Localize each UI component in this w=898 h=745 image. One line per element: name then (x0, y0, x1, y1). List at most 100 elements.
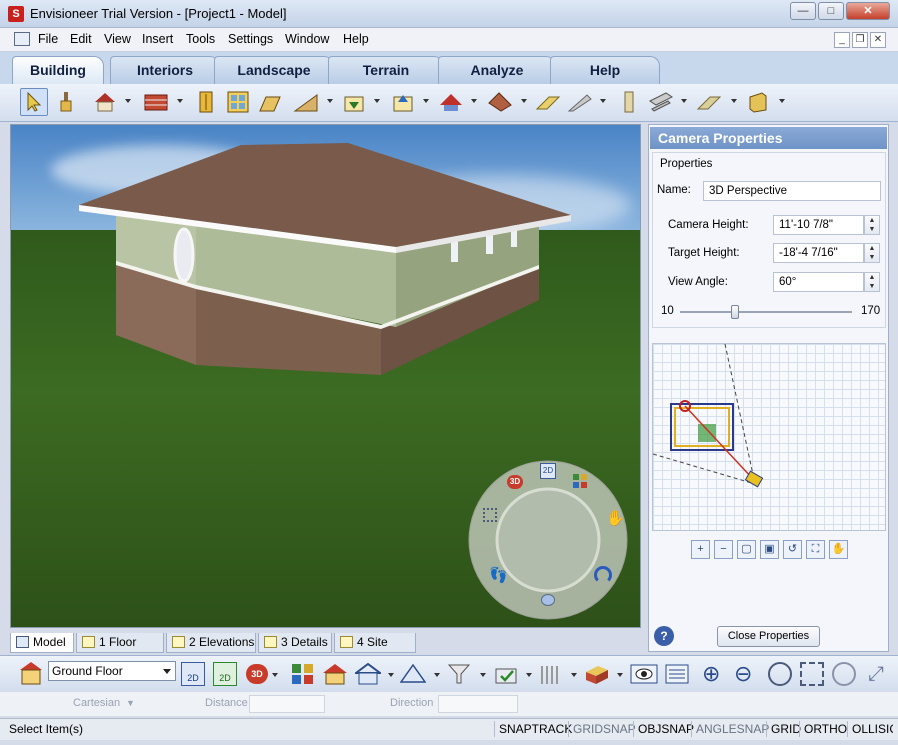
floor-up-icon[interactable] (389, 88, 417, 116)
tab-elevations[interactable]: 2 Elevations (166, 633, 256, 653)
cabinet-dropdown[interactable] (779, 99, 785, 103)
camera-dropdown[interactable] (526, 673, 532, 677)
help-icon[interactable]: ? (654, 626, 674, 646)
menu-tools[interactable]: Tools (186, 32, 215, 46)
house-wizard-dropdown[interactable] (125, 99, 131, 103)
orbit-icon[interactable] (594, 566, 612, 584)
floors-icon[interactable] (18, 660, 44, 686)
stairs-dropdown[interactable] (327, 99, 333, 103)
outline-house-dropdown[interactable] (388, 673, 394, 677)
floor-dropdown[interactable] (374, 99, 380, 103)
beam-dropdown[interactable] (681, 99, 687, 103)
maximize-button[interactable]: □ (818, 2, 844, 20)
tab-analyze[interactable]: Analyze (438, 56, 556, 84)
fence-dropdown[interactable] (571, 673, 577, 677)
tab-interiors[interactable]: Interiors (110, 56, 220, 84)
eye-icon[interactable] (630, 662, 658, 686)
filter-icon[interactable] (447, 662, 471, 686)
tab-site-plan[interactable]: 4 Site Plan (334, 633, 416, 668)
beam-icon[interactable] (647, 88, 675, 116)
chevron-down-icon[interactable]: ▼ (126, 698, 135, 708)
tab-landscape[interactable]: Landscape (214, 56, 334, 84)
target-height-spinner[interactable]: ▲ ▼ (864, 243, 880, 263)
camera-height-spinner[interactable]: ▲ ▼ (864, 215, 880, 235)
outline-house-icon[interactable] (353, 662, 383, 686)
camera-name-field[interactable]: 3D Perspective (703, 181, 881, 201)
menu-file[interactable]: File (38, 32, 58, 46)
menu-insert[interactable]: Insert (142, 32, 173, 46)
tab-floor-plan[interactable]: 1 Floor Plan (76, 633, 164, 668)
menu-settings[interactable]: Settings (228, 32, 273, 46)
pan-hand-icon[interactable]: ✋ (606, 509, 625, 527)
direction-field[interactable] (438, 695, 518, 713)
house-wizard-icon[interactable] (92, 88, 120, 116)
pan-icon[interactable]: ✋ (829, 540, 848, 559)
zoom-window-icon[interactable]: ▣ (760, 540, 779, 559)
materials-icon[interactable] (584, 662, 610, 686)
view-angle-slider-track[interactable] (680, 311, 852, 313)
roof-lines-icon[interactable] (399, 662, 427, 686)
minimize-button[interactable]: — (790, 2, 816, 20)
brick-wall-icon[interactable] (142, 88, 170, 116)
close-button[interactable]: ✕ (846, 2, 890, 20)
objsnap-toggle[interactable]: OBJSNAP (633, 721, 698, 737)
floor-select[interactable]: Ground Floor (48, 661, 176, 681)
roof-lines-dropdown[interactable] (434, 673, 440, 677)
objects-icon[interactable] (572, 473, 588, 489)
view-2d-plan-icon[interactable]: 2D (181, 662, 205, 686)
materials-dropdown[interactable] (617, 673, 623, 677)
paintbrush-icon[interactable] (52, 88, 80, 116)
menu-help[interactable]: Help (343, 32, 369, 46)
gridsnap-toggle[interactable]: GRIDSNAP (568, 721, 640, 737)
roof-material-icon[interactable] (486, 88, 514, 116)
floor-down-icon[interactable] (340, 88, 368, 116)
zoom-window-magnifier-icon[interactable] (800, 662, 824, 686)
railing-dropdown[interactable] (600, 99, 606, 103)
document-icon[interactable] (14, 32, 30, 46)
zoom-extents-icon[interactable]: ⛶ (806, 540, 825, 559)
view-angle-field[interactable]: 60° (773, 272, 864, 292)
mdi-close-button[interactable]: ✕ (870, 32, 886, 48)
zoom-fit-icon[interactable]: ▢ (737, 540, 756, 559)
tab-help[interactable]: Help (550, 56, 660, 84)
roof-material-dropdown[interactable] (521, 99, 527, 103)
tab-terrain[interactable]: Terrain (328, 56, 444, 84)
door-icon[interactable] (192, 88, 220, 116)
close-properties-button[interactable]: Close Properties (717, 626, 820, 647)
floor-up-dropdown[interactable] (423, 99, 429, 103)
tab-building[interactable]: Building (12, 56, 104, 84)
filter-dropdown[interactable] (480, 673, 486, 677)
tab-details[interactable]: 3 Details (258, 633, 332, 653)
roof-icon[interactable] (437, 88, 465, 116)
foundation-dropdown[interactable] (731, 99, 737, 103)
zoom-target-icon[interactable] (483, 508, 497, 522)
camera-height-field[interactable]: 11'-10 7/8" (773, 215, 864, 235)
menu-window[interactable]: Window (285, 32, 329, 46)
view-3d-dropdown[interactable] (272, 673, 278, 677)
anglesnap-toggle[interactable]: ANGLESNAP (691, 721, 773, 737)
zoom-out-icon[interactable]: − (714, 540, 733, 559)
view-2d-icon[interactable]: 2D (540, 463, 556, 479)
menu-view[interactable]: View (104, 32, 131, 46)
menu-edit[interactable]: Edit (70, 32, 92, 46)
fence-icon[interactable] (538, 662, 564, 686)
show-objects-icon[interactable] (290, 662, 316, 686)
view-2d-green-icon[interactable]: 2D (213, 662, 237, 686)
zoom-previous-icon[interactable]: ↺ (783, 540, 802, 559)
zoom-extents-arrows-icon[interactable]: ⤢ (864, 662, 888, 686)
layers-icon[interactable] (664, 662, 690, 686)
zoom-in-magnifier-icon[interactable]: ⊕ (702, 661, 720, 687)
cabinet-icon[interactable] (744, 88, 772, 116)
tab-model[interactable]: Model (10, 633, 74, 653)
snaptrack-toggle[interactable]: SNAPTRACK (494, 721, 576, 737)
view-angle-spinner[interactable]: ▲ ▼ (864, 272, 880, 292)
camera-check-icon[interactable] (494, 662, 520, 686)
mdi-restore-button[interactable]: ❐ (852, 32, 868, 48)
opening-icon[interactable] (256, 88, 284, 116)
collision-toggle[interactable]: OLLISIC (847, 721, 893, 737)
walk-footprints-icon[interactable]: 👣 (489, 566, 508, 584)
view-3d-toolbar-icon[interactable]: 3D (246, 664, 268, 684)
zoom-realtime-icon[interactable] (832, 662, 856, 686)
coordinate-mode-select[interactable]: Cartesian (73, 697, 120, 709)
model-3d-viewport[interactable]: 3D 2D ✋ 👣 (10, 124, 641, 628)
